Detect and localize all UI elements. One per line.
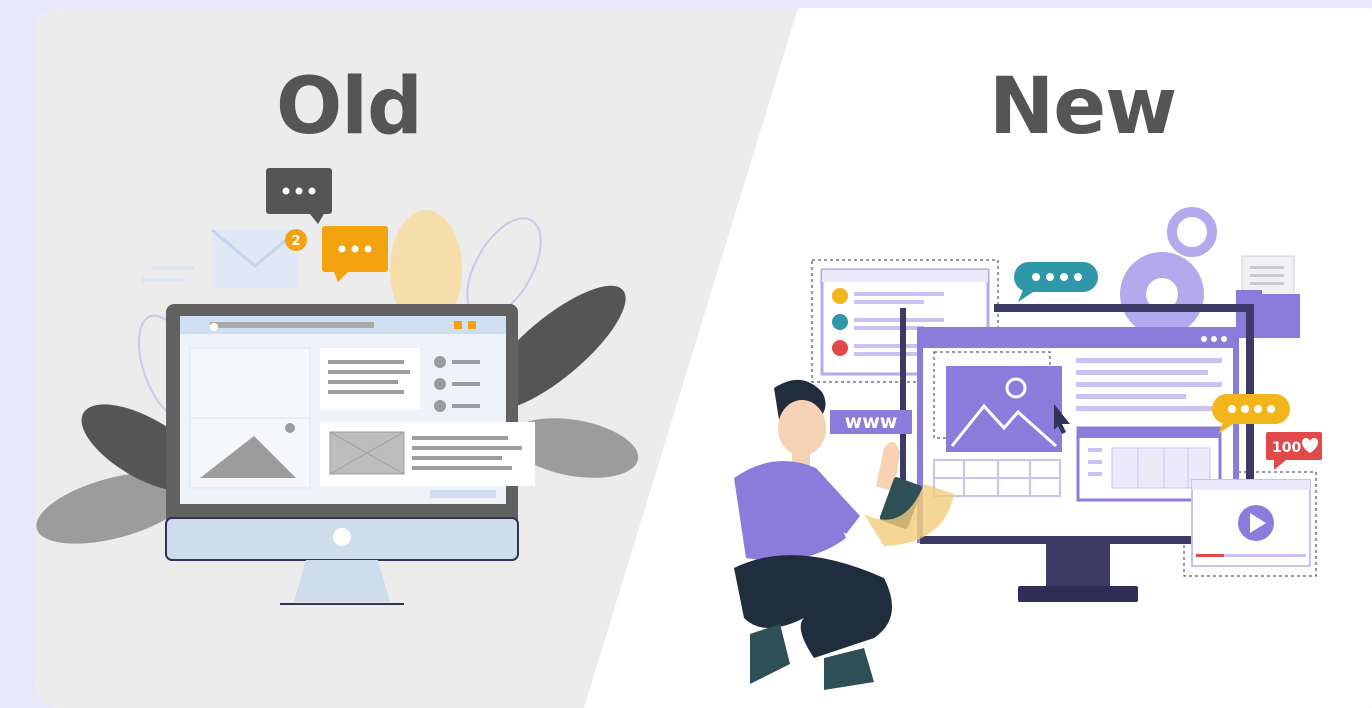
notification-badge: 2 — [285, 229, 307, 251]
likes-badge: 100 — [1266, 432, 1322, 470]
old-monitor — [165, 304, 535, 605]
web-tag: www — [830, 410, 912, 434]
new-illustration: 100 www — [734, 207, 1322, 690]
old-panel-title: Old — [276, 62, 423, 152]
image-icon — [946, 366, 1062, 452]
video-window — [1191, 479, 1311, 567]
web-label: www — [845, 411, 898, 433]
chat-bubble-icon — [1014, 262, 1098, 302]
likes-count: 100 — [1272, 440, 1301, 456]
folder-icon — [1236, 255, 1300, 338]
new-monitor — [917, 327, 1239, 602]
comparison-card: 2 100 www Old New — [34, 8, 1372, 708]
gear-icon — [1120, 207, 1217, 336]
notification-count: 2 — [291, 234, 300, 249]
new-panel-title: New — [989, 62, 1177, 152]
